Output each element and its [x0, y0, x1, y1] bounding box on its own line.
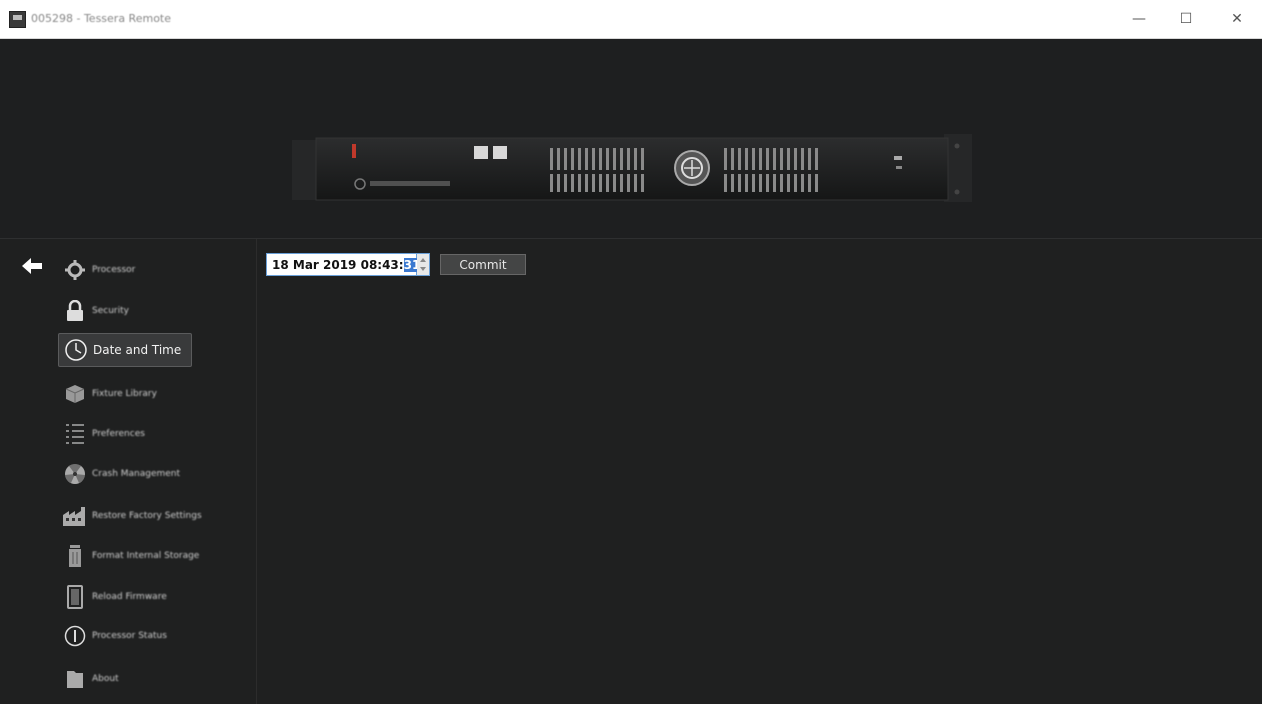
- sidebar-item-label: Reload Firmware: [92, 592, 167, 602]
- minimize-button[interactable]: —: [1116, 4, 1162, 34]
- clock-icon: [63, 338, 89, 362]
- sidebar-item-restore-factory-settings[interactable]: Restore Factory Settings: [58, 499, 202, 533]
- title-bar[interactable]: 005298 - Tessera Remote — ☐ ✕: [0, 0, 1262, 39]
- processor-device-image: [292, 134, 972, 202]
- sidebar-item-processor-status[interactable]: Processor Status: [58, 619, 167, 653]
- window-title: 005298 - Tessera Remote: [31, 12, 172, 25]
- device-banner: [0, 39, 1262, 239]
- sidebar-item-label: Date and Time: [93, 343, 182, 357]
- sidebar-item-processor[interactable]: Processor: [58, 253, 135, 287]
- maximize-button[interactable]: ☐: [1163, 4, 1209, 34]
- sidebar-item-label: Fixture Library: [92, 389, 157, 399]
- list-icon: [62, 422, 88, 446]
- spinner-arrows-icon: [420, 258, 426, 271]
- sidebar-item-label: Crash Management: [92, 469, 181, 479]
- cube-icon: [62, 382, 88, 406]
- sidebar-item-label: Processor Status: [92, 631, 167, 641]
- sidebar-item-security[interactable]: Security: [58, 294, 129, 328]
- lock-icon: [62, 299, 88, 323]
- sidebar-item-label: Format Internal Storage: [92, 551, 200, 561]
- datetime-value: 18 Mar 2019 08:43:: [272, 257, 404, 272]
- sidebar-item-reload-firmware[interactable]: Reload Firmware: [58, 580, 167, 614]
- datetime-spinner[interactable]: [417, 253, 430, 276]
- sidebar-item-preferences[interactable]: Preferences: [58, 417, 145, 451]
- factory-icon: [62, 504, 88, 528]
- sidebar-item-about[interactable]: About: [58, 662, 119, 696]
- sidebar-item-label: About: [92, 674, 119, 684]
- commit-button[interactable]: Commit: [440, 254, 526, 275]
- content-panel: [257, 239, 1262, 704]
- chip-icon: [62, 585, 88, 609]
- app-icon: [9, 11, 26, 28]
- folder-icon: [62, 667, 88, 691]
- app-window: 005298 - Tessera Remote — ☐ ✕ Processor …: [0, 0, 1262, 704]
- sidebar-item-label: Processor: [92, 265, 136, 275]
- sidebar-item-fixture-library[interactable]: Fixture Library: [58, 377, 157, 411]
- trash-icon: [62, 544, 88, 568]
- sidebar-item-label: Restore Factory Settings: [92, 511, 202, 521]
- sidebar-item-label: Security: [92, 306, 129, 316]
- close-button[interactable]: ✕: [1214, 4, 1260, 34]
- sidebar-item-label: Preferences: [92, 429, 145, 439]
- datetime-input[interactable]: 18 Mar 2019 08:43: 31: [266, 253, 421, 276]
- radiation-icon: [62, 462, 88, 486]
- sidebar-item-format-internal-storage[interactable]: Format Internal Storage: [58, 539, 199, 573]
- back-arrow-icon[interactable]: [20, 255, 46, 277]
- sidebar-item-date-and-time[interactable]: Date and Time: [58, 333, 193, 367]
- sidebar-item-crash-management[interactable]: Crash Management: [58, 457, 180, 491]
- info-icon: [62, 624, 88, 648]
- gear-icon: [62, 258, 88, 282]
